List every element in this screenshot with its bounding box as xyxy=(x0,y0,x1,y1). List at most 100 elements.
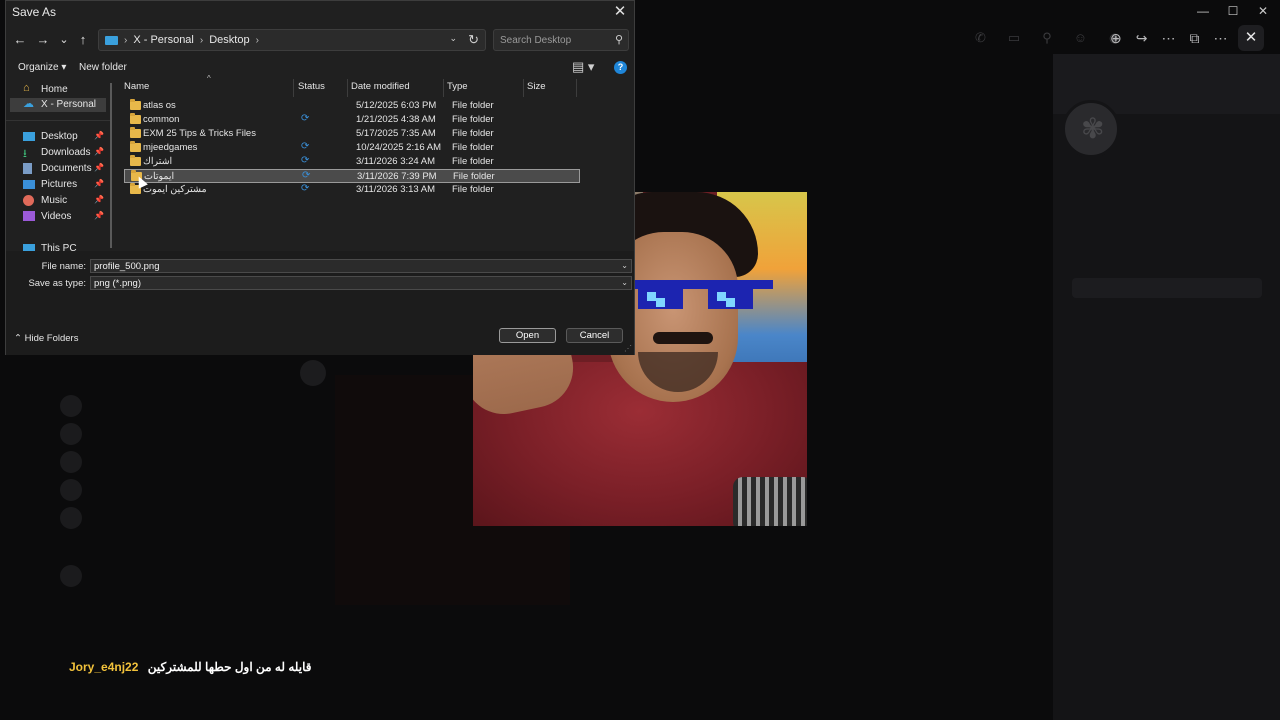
organize-menu[interactable]: Organize ▾ xyxy=(18,62,66,73)
folder-icon xyxy=(130,127,141,138)
pictures-icon xyxy=(23,180,35,189)
save-as-dialog: Save As ✕ ← → ⌄ ↑ › X - Personal › Deskt… xyxy=(5,0,635,355)
save-type-select[interactable]: png (*.png) ⌄ xyxy=(90,276,632,290)
nav-item-pictures[interactable]: Pictures 📌 xyxy=(10,178,106,192)
forward-icon[interactable]: ↪ xyxy=(1136,30,1148,47)
search-box[interactable]: Search Desktop ⚲ xyxy=(493,29,629,51)
open-external-icon[interactable]: ⧉ xyxy=(1189,30,1199,47)
screen: — ☐ ✕ ✆ ▭ ⚲ ☺ ◉ ⊕ ↪ ⋯ ⧉ ⋯ ✕ ✾ Save As ✕ … xyxy=(0,0,1280,720)
window-controls: — ☐ ✕ xyxy=(1188,4,1278,18)
nav-item-music[interactable]: Music 📌 xyxy=(10,194,106,208)
pin-icon: 📌 xyxy=(94,163,104,172)
new-folder-button[interactable]: New folder xyxy=(79,62,127,73)
file-name-label: File name: xyxy=(41,261,86,272)
viewer-toolbar: ⊕ ↪ ⋯ ⧉ ⋯ xyxy=(1110,30,1227,47)
file-row[interactable]: EXM 25 Tips & Tricks Files 5/17/2025 7:3… xyxy=(124,127,580,141)
column-header-name[interactable]: Name xyxy=(124,81,149,95)
maximize-button[interactable]: ☐ xyxy=(1218,4,1248,18)
cancel-button[interactable]: Cancel xyxy=(566,328,623,343)
avatar xyxy=(60,395,82,417)
resize-grip-icon[interactable]: ⋰ xyxy=(624,344,632,353)
pin-icon: 📌 xyxy=(94,179,104,188)
download-icon: ⭳ xyxy=(23,148,27,160)
nav-item-this-pc[interactable]: This PC xyxy=(10,242,106,251)
file-row[interactable]: common ⟳ 1/21/2025 4:38 AM File folder xyxy=(124,113,580,127)
pin-icon: 📌 xyxy=(94,211,104,220)
folder-icon xyxy=(130,155,141,166)
home-icon: ⌂ xyxy=(23,82,30,94)
profile-action-button xyxy=(1072,278,1262,298)
emblem-icon: ✾ xyxy=(1081,113,1105,144)
nav-item-documents[interactable]: Documents 📌 xyxy=(10,162,106,176)
refresh-icon[interactable]: ↻ xyxy=(468,32,479,48)
breadcrumb: › X - Personal › Desktop › xyxy=(105,34,259,46)
forward-button[interactable]: → xyxy=(34,30,52,50)
chat-text: قايله له من اول حطها للمشتركين xyxy=(147,660,312,674)
pixel-sunglasses xyxy=(633,280,773,310)
search-placeholder: Search Desktop xyxy=(500,35,572,46)
sync-icon: ⟳ xyxy=(301,183,310,194)
more-icon[interactable]: ⋯ xyxy=(1161,30,1175,47)
pin-icon: ⚲ xyxy=(1042,30,1052,45)
file-row-selected[interactable]: ايموتات ⟳ 3/11/2026 7:39 PM File folder xyxy=(124,169,580,183)
folder-icon xyxy=(130,141,141,152)
hide-folders-button[interactable]: ⌃ Hide Folders xyxy=(14,333,78,344)
address-bar[interactable]: › X - Personal › Desktop › ⌄ ↻ xyxy=(98,29,486,51)
nav-item-videos[interactable]: Videos 📌 xyxy=(10,210,106,224)
column-header-size[interactable]: Size xyxy=(527,81,545,95)
breadcrumb-item[interactable]: X - Personal xyxy=(133,34,194,46)
help-icon[interactable]: ? xyxy=(614,61,627,74)
view-options-icon[interactable]: ▤ ▾ xyxy=(572,59,594,75)
phone-icon: ✆ xyxy=(975,30,986,45)
folder-icon xyxy=(130,99,141,110)
computer-icon xyxy=(105,35,118,45)
avatar xyxy=(60,565,82,587)
pin-icon: 📌 xyxy=(94,195,104,204)
column-header-status[interactable]: Status xyxy=(298,81,325,95)
folder-icon xyxy=(130,113,141,124)
breadcrumb-item[interactable]: Desktop xyxy=(209,34,249,46)
file-row[interactable]: atlas os 5/12/2025 6:03 PM File folder xyxy=(124,99,580,113)
column-header-date[interactable]: Date modified xyxy=(351,81,410,95)
recent-locations-button[interactable]: ⌄ xyxy=(55,30,73,50)
open-button[interactable]: Open xyxy=(499,328,556,343)
search-icon[interactable]: ⚲ xyxy=(615,33,623,46)
nav-item-desktop[interactable]: Desktop 📌 xyxy=(10,130,106,144)
navigation-bar: ← → ⌄ ↑ › X - Personal › Desktop › ⌄ ↻ S… xyxy=(6,27,634,53)
chevron-down-icon[interactable]: ⌄ xyxy=(621,278,628,287)
navigation-pane: ⌂ Home ☁ X - Personal Desktop 📌 ⭳ Downlo… xyxy=(6,81,110,251)
divider xyxy=(293,79,294,97)
file-row[interactable]: مشتركين ايموت ⟳ 3/11/2026 3:13 AM File f… xyxy=(124,183,580,197)
sync-icon: ⟳ xyxy=(302,170,311,181)
more-options-icon[interactable]: ⋯ xyxy=(1213,30,1227,47)
file-row[interactable]: mjeedgames ⟳ 10/24/2025 2:16 AM File fol… xyxy=(124,141,580,155)
sync-icon: ⟳ xyxy=(301,155,310,166)
nav-item-home[interactable]: ⌂ Home xyxy=(10,82,106,97)
divider xyxy=(6,120,110,121)
toolbar: Organize ▾ New folder ▤ ▾ ? xyxy=(6,59,634,77)
minimize-button[interactable]: — xyxy=(1188,4,1218,18)
up-button[interactable]: ↑ xyxy=(74,30,92,50)
chat-message: Jory_e4nj22 قايله له من اول حطها للمشترك… xyxy=(69,660,311,674)
dialog-close-button[interactable]: ✕ xyxy=(610,2,630,22)
music-icon xyxy=(23,195,34,206)
file-name-field[interactable]: profile_500.png ⌄ xyxy=(90,259,632,273)
video-icon: ▭ xyxy=(1007,30,1021,45)
sync-icon: ⟳ xyxy=(301,113,310,124)
column-header-type[interactable]: Type xyxy=(447,81,468,95)
avatar xyxy=(60,479,82,501)
avatar xyxy=(60,507,82,529)
nav-item-downloads[interactable]: ⭳ Downloads 📌 xyxy=(10,146,106,160)
zoom-icon[interactable]: ⊕ xyxy=(1110,30,1122,47)
avatar xyxy=(60,423,82,445)
viewer-close-button[interactable]: ✕ xyxy=(1238,25,1264,51)
file-row[interactable]: اشتراك ⟳ 3/11/2026 3:24 AM File folder xyxy=(124,155,580,169)
nav-item-x-personal[interactable]: ☁ X - Personal xyxy=(10,98,106,112)
scrollbar[interactable] xyxy=(110,83,112,248)
chevron-down-icon[interactable]: ⌄ xyxy=(449,33,457,44)
avatar xyxy=(300,360,326,386)
dialog-title: Save As xyxy=(12,5,57,19)
window-close-button[interactable]: ✕ xyxy=(1248,4,1278,18)
back-button[interactable]: ← xyxy=(11,30,29,50)
chevron-down-icon[interactable]: ⌄ xyxy=(621,261,628,270)
